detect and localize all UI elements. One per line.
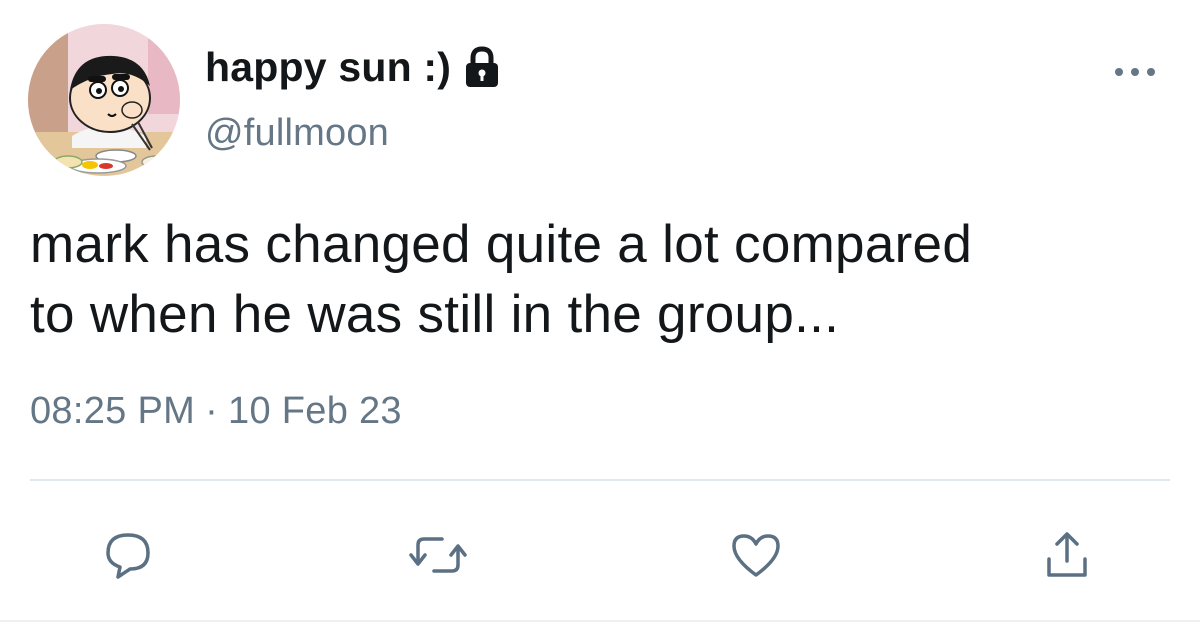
tweet-text-line-2: to when he was still in the group... [30,285,840,344]
name-row: happy sun :) [205,40,501,94]
avatar-image [28,24,180,176]
retweet-button[interactable] [403,520,473,590]
share-icon [1047,532,1087,577]
display-name[interactable]: happy sun :) [205,44,451,91]
tweet-text: mark has changed quite a lot compared to… [30,210,1180,350]
tweet-timestamp[interactable]: 08:25 PM · 10 Feb 23 [30,390,402,433]
reply-icon [106,533,150,579]
tweet-card: happy sun :) @fullmoon mark has changed … [0,0,1200,638]
share-button[interactable] [1032,520,1102,590]
bottom-divider [0,620,1200,622]
meta-separator: · [205,390,219,432]
tweet-time: 08:25 PM [30,390,196,432]
retweet-icon [409,537,467,573]
lock-icon [463,46,501,88]
tweet-text-line-1: mark has changed quite a lot compared [30,215,973,274]
user-handle[interactable]: @fullmoon [205,112,389,155]
action-bar [0,520,1200,590]
like-button[interactable] [721,520,791,590]
divider [30,479,1170,481]
more-options-icon[interactable] [1111,60,1159,84]
avatar[interactable] [28,24,180,176]
tweet-date: 10 Feb 23 [228,390,402,432]
reply-button[interactable] [93,520,163,590]
heart-icon [732,534,780,577]
